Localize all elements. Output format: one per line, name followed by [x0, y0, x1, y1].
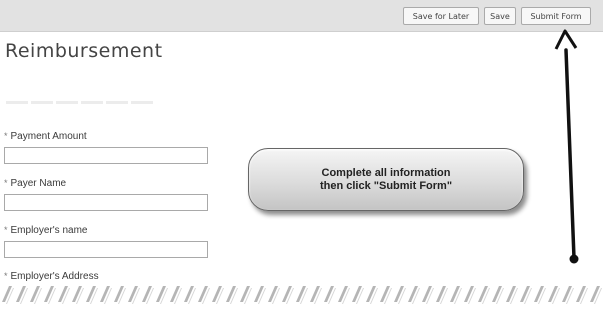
annotation-arrow-icon — [554, 29, 579, 264]
torn-edge-decoration — [0, 282, 603, 315]
